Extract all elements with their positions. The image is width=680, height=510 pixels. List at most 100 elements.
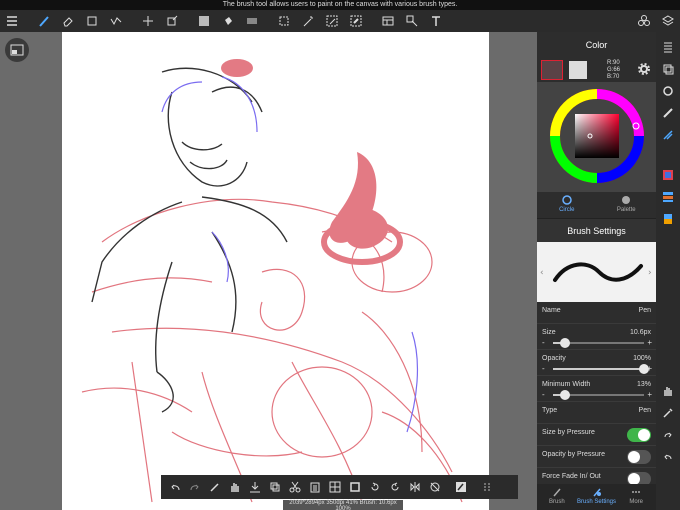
tab-brush-settings-label: Brush Settings (576, 499, 617, 505)
bucket-icon[interactable] (218, 11, 238, 31)
ruler-icon[interactable] (656, 102, 680, 124)
copy-icon[interactable] (656, 58, 680, 80)
hand-tool-icon[interactable] (225, 477, 245, 497)
tab-brush-label: Brush (548, 499, 565, 505)
text-icon[interactable] (426, 11, 446, 31)
material-list-icon[interactable] (656, 36, 680, 58)
layer-color-icon[interactable] (656, 186, 680, 208)
type-row[interactable]: Type Pen (537, 402, 656, 424)
object-icon[interactable] (402, 11, 422, 31)
fill-color-icon[interactable] (194, 11, 214, 31)
brush-stroke-preview: ‹ › (537, 242, 656, 302)
hand-icon[interactable] (656, 380, 680, 402)
select-rect-icon[interactable] (82, 11, 102, 31)
tab-circle-label: Circle (559, 207, 575, 213)
transform-icon[interactable] (162, 11, 182, 31)
perspective-icon[interactable] (656, 124, 680, 146)
eyedropper-icon[interactable] (656, 402, 680, 424)
rgb-g: G:66 (607, 67, 621, 73)
rotate-right-icon[interactable] (385, 477, 405, 497)
import-icon[interactable] (245, 477, 265, 497)
eraser-icon[interactable] (58, 11, 78, 31)
layers-icon[interactable] (658, 11, 678, 31)
navigator-icon (10, 44, 24, 56)
gradient-icon[interactable] (242, 11, 262, 31)
color-wheel-area (537, 82, 656, 192)
opacity-value: 100% (633, 355, 651, 362)
minwidth-slider[interactable] (553, 390, 644, 400)
undo-button-icon[interactable] (165, 477, 185, 497)
panel-tabs: Brush Brush Settings More (537, 484, 656, 510)
color-panel-title: Color (585, 40, 608, 50)
undo-icon[interactable] (656, 446, 680, 468)
opacity-pressure-toggle[interactable] (627, 450, 651, 464)
tab-more[interactable]: More (616, 484, 656, 510)
palette-icon (622, 196, 631, 204)
opacity-plus-icon[interactable]: + (647, 364, 652, 373)
snap-off-icon[interactable] (425, 477, 445, 497)
minwidth-minus-icon[interactable]: - (542, 390, 545, 399)
drawing-canvas[interactable] (62, 32, 489, 510)
duplicate-icon[interactable] (265, 477, 285, 497)
opacity-label: Opacity (542, 355, 566, 362)
scissors-icon[interactable] (285, 477, 305, 497)
paste-icon[interactable] (305, 477, 325, 497)
svg-text:›: › (648, 268, 652, 278)
dotted-line-icon[interactable] (106, 11, 126, 31)
size-pressure-toggle[interactable] (627, 428, 651, 442)
minwidth-plus-icon[interactable]: + (647, 390, 652, 399)
navigator-button[interactable] (5, 38, 29, 62)
opacity-slider[interactable] (553, 364, 649, 374)
main-color-swatch[interactable] (541, 60, 563, 80)
drag-handle-icon[interactable] (477, 477, 497, 497)
color-picker-bar-icon[interactable] (656, 208, 680, 230)
select-eraser-icon[interactable] (346, 11, 366, 31)
color-tabs: Circle Palette (537, 192, 656, 218)
tab-palette[interactable]: Palette (597, 192, 657, 218)
crop-icon[interactable] (345, 477, 365, 497)
brush-settings-tab-icon (592, 488, 601, 497)
tab-brush[interactable]: Brush (537, 484, 577, 510)
reference-icon[interactable] (451, 477, 471, 497)
more-icon (632, 491, 641, 493)
name-row[interactable]: Name Pen (537, 302, 656, 324)
rotate-left-icon[interactable] (365, 477, 385, 497)
rgb-b: B:70 (607, 74, 620, 80)
select-pen-icon[interactable] (322, 11, 342, 31)
size-minus-icon[interactable]: - (542, 338, 545, 347)
move-icon[interactable] (138, 11, 158, 31)
minwidth-row: Minimum Width 13% - + (537, 376, 656, 402)
name-value: Pen (638, 307, 651, 314)
pen-icon[interactable] (205, 477, 225, 497)
flip-icon[interactable] (405, 477, 425, 497)
rgb-r: R:90 (607, 60, 620, 66)
brush-icon[interactable] (34, 11, 54, 31)
menu-icon[interactable] (2, 11, 22, 31)
svg-text:‹: ‹ (540, 268, 544, 278)
gear-icon[interactable] (638, 63, 650, 75)
stroke-preview-image: ‹ › (540, 262, 652, 282)
sketch-artwork (81, 59, 463, 503)
frame-icon[interactable] (378, 11, 398, 31)
redo-icon[interactable] (656, 424, 680, 446)
opacity-minus-icon[interactable]: - (542, 364, 545, 373)
color-set-icon[interactable] (656, 164, 680, 186)
lasso-icon[interactable] (274, 11, 294, 31)
top-toolbar (0, 10, 680, 32)
rotate-icon[interactable] (656, 80, 680, 102)
tab-palette-label: Palette (616, 207, 636, 213)
brush-tab-icon (553, 488, 561, 497)
size-plus-icon[interactable]: + (647, 338, 652, 347)
magic-wand-icon[interactable] (298, 11, 318, 31)
redo-button-icon[interactable] (185, 477, 205, 497)
sub-color-swatch[interactable] (569, 61, 587, 79)
size-slider[interactable] (553, 338, 644, 348)
size-row: Size 10.6px - + (537, 324, 656, 350)
right-sidebar (656, 32, 680, 510)
tab-circle[interactable]: Circle (537, 192, 597, 218)
materials-icon[interactable] (634, 11, 654, 31)
bottom-toolbar (161, 475, 518, 499)
grid-icon[interactable] (325, 477, 345, 497)
tab-brush-settings[interactable]: Brush Settings (577, 484, 617, 510)
color-wheel[interactable] (549, 88, 645, 184)
